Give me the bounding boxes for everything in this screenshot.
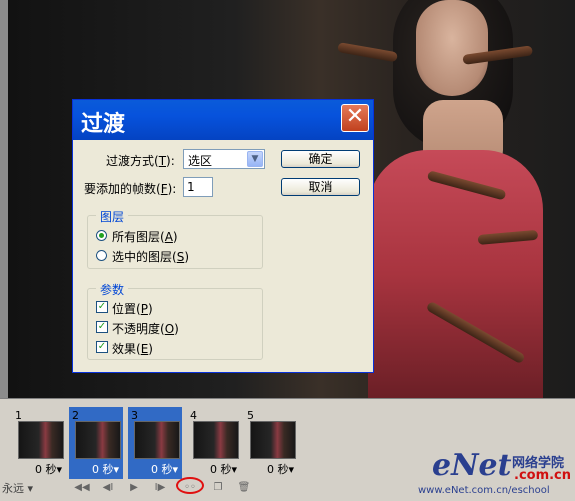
- effects-checkbox[interactable]: ✓: [96, 341, 108, 353]
- frames-to-add-label: 要添加的帧数(F):: [84, 182, 177, 196]
- position-checkbox[interactable]: ✓: [96, 301, 108, 313]
- photo-face: [416, 0, 488, 96]
- tween-method-select[interactable]: 选区 ▼: [183, 149, 265, 169]
- frames-to-add-input[interactable]: 1: [183, 177, 213, 197]
- dialog-title: 过渡: [81, 111, 126, 137]
- watermark-domain: .com.cn: [514, 468, 572, 483]
- watermark-url: www.eNet.com.cn/eschool: [418, 485, 550, 496]
- animation-frame[interactable]: 3 0 秒▾: [128, 407, 182, 479]
- dagger-1: [337, 42, 398, 63]
- animation-frame[interactable]: 4 0 秒▾: [187, 407, 241, 479]
- parameters-group-title: 参数: [96, 281, 129, 298]
- frame-thumbnail: [134, 421, 180, 459]
- animation-frame[interactable]: 5 0 秒▾: [244, 407, 298, 479]
- frame-thumbnail: [18, 421, 64, 459]
- enet-logo: eNet: [432, 448, 512, 483]
- opacity-checkbox[interactable]: ✓: [96, 321, 108, 333]
- frame-delay[interactable]: 0 秒▾: [92, 461, 119, 477]
- first-frame-icon[interactable]: ◀◀: [72, 480, 92, 496]
- animation-frame[interactable]: 2 0 秒▾: [69, 407, 123, 479]
- parameters-group: 参数 ✓ 位置(P) ✓ 不透明度(O) ✓ 效果(E): [87, 281, 263, 360]
- cancel-button[interactable]: 取消: [281, 178, 360, 196]
- close-icon: ✕: [345, 104, 365, 129]
- tween-dialog: 过渡 ✕ 过渡方式(T): 选区 ▼ 要添加的帧数(F): 1 确定 取消 图层…: [72, 99, 374, 373]
- next-frame-icon[interactable]: I▶: [150, 480, 170, 496]
- selected-layers-radio[interactable]: [96, 250, 107, 261]
- tween-method-value: 选区: [188, 154, 213, 168]
- selected-layers-label[interactable]: 选中的图层(S): [112, 248, 189, 265]
- position-label[interactable]: 位置(P): [112, 300, 153, 317]
- dialog-titlebar[interactable]: 过渡 ✕: [73, 100, 373, 140]
- frame-delay[interactable]: 0 秒▾: [151, 461, 178, 477]
- close-button[interactable]: ✕: [341, 104, 369, 132]
- all-layers-radio[interactable]: [96, 230, 107, 241]
- new-frame-icon[interactable]: ❐: [208, 480, 228, 496]
- animation-frame[interactable]: 1 0 秒▾: [12, 407, 66, 479]
- layers-group-title: 图层: [96, 208, 129, 225]
- layers-group: 图层 所有图层(A) 选中的图层(S): [87, 208, 263, 269]
- ok-button[interactable]: 确定: [281, 150, 360, 168]
- frame-thumbnail: [193, 421, 239, 459]
- loop-options-select[interactable]: 永远 ▾: [2, 480, 66, 496]
- frame-thumbnail: [75, 421, 121, 459]
- frame-delay[interactable]: 0 秒▾: [267, 461, 294, 477]
- frame-delay[interactable]: 0 秒▾: [210, 461, 237, 477]
- previous-frame-icon[interactable]: ◀I: [98, 480, 118, 496]
- chevron-down-icon[interactable]: ▼: [247, 151, 263, 167]
- delete-frame-icon[interactable]: 🗑: [234, 480, 254, 496]
- frame-delay[interactable]: 0 秒▾: [35, 461, 62, 477]
- tween-method-label: 过渡方式(T):: [106, 154, 175, 168]
- play-icon[interactable]: ▶: [124, 480, 144, 496]
- effects-label[interactable]: 效果(E): [112, 340, 153, 357]
- enet-watermark: eNet 网络学院 .com.cn www.eNet.com.cn/eschoo…: [418, 448, 575, 500]
- frame-thumbnail: [250, 421, 296, 459]
- opacity-label[interactable]: 不透明度(O): [112, 320, 179, 337]
- all-layers-label[interactable]: 所有图层(A): [112, 228, 178, 245]
- tween-highlight-ring: [176, 477, 204, 494]
